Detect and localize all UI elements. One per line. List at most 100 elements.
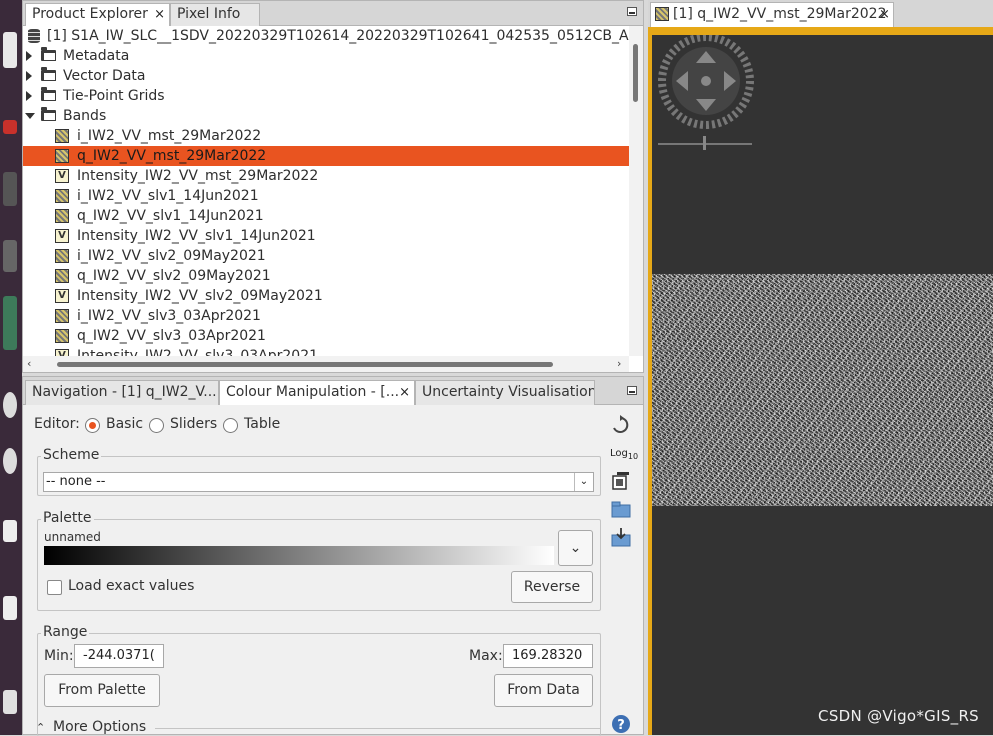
folder-icon	[41, 87, 56, 101]
band-row[interactable]: q_IW2_VV_slv2_09May2021	[23, 266, 629, 286]
tab-colour-manipulation[interactable]: Colour Manipulation - [... ×	[219, 380, 415, 405]
collapse-arrow-icon[interactable]: ⌃	[36, 721, 45, 734]
band-row[interactable]: i_IW2_VV_slv1_14Jun2021	[23, 186, 629, 206]
launcher-app-icon[interactable]	[3, 690, 17, 714]
reset-icon[interactable]	[610, 415, 630, 435]
editor-basic-label[interactable]: Basic	[106, 416, 143, 432]
tree-vertical-scrollbar[interactable]	[629, 26, 643, 356]
multi-apply-icon[interactable]	[611, 471, 631, 491]
close-icon[interactable]: ×	[879, 3, 890, 26]
close-icon[interactable]: ×	[399, 381, 410, 404]
launcher-app-icon[interactable]	[3, 596, 17, 620]
band-label: q_IW2_VV_slv1_14Jun2021	[77, 208, 264, 224]
palette-dropdown-button[interactable]: ⌄	[558, 530, 593, 566]
reverse-button[interactable]: Reverse	[511, 571, 593, 603]
expand-arrow-icon[interactable]	[26, 51, 32, 61]
scrollbar-thumb[interactable]	[633, 44, 638, 102]
launcher-app-icon[interactable]	[3, 520, 17, 542]
expand-arrow-icon[interactable]	[26, 91, 32, 101]
tab-product-explorer[interactable]: Product Explorer ×	[25, 3, 170, 26]
launcher-app-icon[interactable]	[3, 172, 17, 206]
chevron-down-icon: ⌄	[569, 540, 582, 556]
palette-name: unnamed	[44, 530, 101, 544]
tree-item-label: Bands	[63, 108, 107, 124]
band-row[interactable]: V Intensity_IW2_VV_mst_29Mar2022	[23, 166, 629, 186]
chevron-down-icon[interactable]: ⌄	[574, 473, 593, 491]
scroll-left-icon[interactable]: ‹	[27, 357, 31, 370]
band-row[interactable]: V Intensity_IW2_VV_slv3_03Apr2021	[23, 346, 629, 356]
tree-item-bands[interactable]: Bands	[23, 106, 629, 126]
band-label: Intensity_IW2_VV_slv2_09May2021	[77, 288, 323, 304]
tree-item-label: Tie-Point Grids	[63, 88, 165, 104]
import-icon[interactable]	[611, 499, 631, 519]
minimize-icon[interactable]	[627, 386, 637, 395]
close-icon[interactable]: ×	[154, 4, 165, 25]
tree-horizontal-scrollbar[interactable]: ‹ ›	[23, 356, 629, 372]
scrollbar-thumb[interactable]	[57, 362, 553, 367]
editor-sliders-radio[interactable]	[149, 418, 164, 433]
more-options-toggle[interactable]: More Options	[53, 719, 146, 735]
launcher-app-icon[interactable]	[3, 120, 17, 134]
tab-image-view[interactable]: [1] q_IW2_VV_mst_29Mar2022 ×	[650, 2, 894, 27]
tab-label: Colour Manipulation - [...	[226, 384, 400, 400]
editor-sliders-label[interactable]: Sliders	[170, 416, 217, 432]
from-palette-button[interactable]: From Palette	[44, 674, 160, 707]
expand-arrow-icon[interactable]	[26, 71, 32, 81]
load-exact-values-checkbox[interactable]	[47, 580, 62, 595]
launcher-app-icon[interactable]	[3, 240, 17, 272]
load-exact-values-label[interactable]: Load exact values	[68, 578, 194, 594]
editor-basic-radio[interactable]	[85, 418, 100, 433]
band-row[interactable]: q_IW2_VV_slv1_14Jun2021	[23, 206, 629, 226]
launcher-app-icon[interactable]	[3, 448, 17, 474]
scroll-right-icon[interactable]: ›	[617, 357, 621, 370]
editor-table-radio[interactable]	[223, 418, 238, 433]
scheme-select[interactable]: -- none -- ⌄	[43, 472, 594, 492]
band-icon	[55, 129, 69, 143]
zoom-slider-handle[interactable]	[703, 136, 706, 150]
tree-item-metadata[interactable]: Metadata	[23, 46, 629, 66]
palette-title: Palette	[41, 510, 94, 526]
tab-label: Product Explorer	[32, 6, 148, 22]
band-label: i_IW2_VV_slv1_14Jun2021	[77, 188, 259, 204]
range-title: Range	[41, 624, 90, 640]
band-icon	[55, 329, 69, 343]
min-input[interactable]: -244.0371(	[74, 644, 164, 668]
log-scale-icon[interactable]: Log10	[610, 448, 638, 461]
editor-table-label[interactable]: Table	[244, 416, 280, 432]
tool-panel-tabbar: Navigation - [1] q_IW2_V... Colour Manip…	[23, 377, 643, 405]
from-data-button[interactable]: From Data	[494, 674, 593, 707]
band-icon	[55, 149, 69, 163]
colour-manipulation-panel: Navigation - [1] q_IW2_V... Colour Manip…	[22, 376, 644, 736]
launcher-app-icon[interactable]	[3, 392, 17, 418]
launcher-app-icon[interactable]	[3, 32, 17, 68]
tab-pixel-info[interactable]: Pixel Info	[170, 3, 260, 26]
max-input[interactable]: 169.28320	[503, 644, 593, 668]
export-icon[interactable]	[611, 527, 631, 547]
product-icon	[28, 29, 40, 43]
tree-item-product[interactable]: [1] S1A_IW_SLC__1SDV_20220329T102614_202…	[23, 26, 629, 46]
svg-text:?: ?	[617, 718, 625, 733]
band-row[interactable]: V Intensity_IW2_VV_slv1_14Jun2021	[23, 226, 629, 246]
band-row[interactable]: i_IW2_VV_slv2_09May2021	[23, 246, 629, 266]
band-row[interactable]: q_IW2_VV_slv3_03Apr2021	[23, 326, 629, 346]
band-row[interactable]: i_IW2_VV_mst_29Mar2022	[23, 126, 629, 146]
log-label: Log	[610, 448, 628, 459]
image-canvas[interactable]: CSDN @Vigo*GIS_RS	[652, 35, 993, 735]
help-icon[interactable]: ?	[611, 714, 631, 734]
product-explorer-tabbar: Product Explorer × Pixel Info	[23, 1, 643, 26]
band-row-selected[interactable]: q_IW2_VV_mst_29Mar2022	[23, 146, 629, 166]
folder-icon	[41, 47, 56, 61]
band-row[interactable]: i_IW2_VV_slv3_03Apr2021	[23, 306, 629, 326]
band-label: q_IW2_VV_slv3_03Apr2021	[77, 328, 266, 344]
tab-navigation[interactable]: Navigation - [1] q_IW2_V...	[25, 380, 219, 405]
pan-navigation-icon[interactable]	[656, 35, 756, 135]
band-row[interactable]: V Intensity_IW2_VV_slv2_09May2021	[23, 286, 629, 306]
tab-label: Pixel Info	[177, 6, 241, 22]
tab-label: Uncertainty Visualisation	[422, 384, 595, 400]
collapse-arrow-icon[interactable]	[25, 113, 35, 119]
tree-item-vector-data[interactable]: Vector Data	[23, 66, 629, 86]
tree-item-tie-point-grids[interactable]: Tie-Point Grids	[23, 86, 629, 106]
launcher-app-icon[interactable]	[3, 296, 17, 350]
tab-uncertainty-visualisation[interactable]: Uncertainty Visualisation	[415, 380, 595, 405]
minimize-icon[interactable]	[627, 7, 637, 16]
